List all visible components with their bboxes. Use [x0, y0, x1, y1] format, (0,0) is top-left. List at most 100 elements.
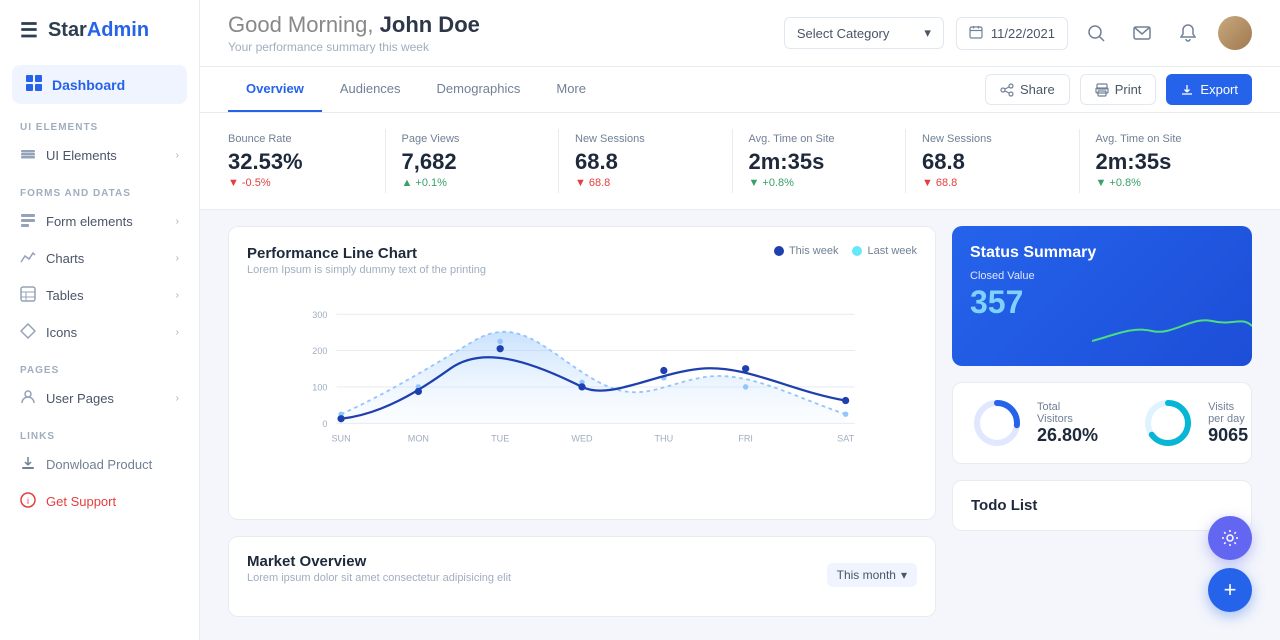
metric-value: 68.8 — [575, 149, 716, 175]
layers-icon — [20, 146, 36, 165]
metric-value: 32.53% — [228, 149, 369, 175]
metric-change-value: 68.8 — [936, 177, 957, 189]
sidebar-item-dashboard[interactable]: Dashboard — [12, 65, 187, 104]
arrow-down-icon: ▼ — [575, 177, 586, 189]
market-overview-card: Market Overview Lorem ipsum dolor sit am… — [228, 536, 936, 617]
tab-demographics[interactable]: Demographics — [419, 67, 539, 112]
chevron-down-icon: ▾ — [901, 568, 907, 582]
sidebar-item-download[interactable]: Donwload Product — [0, 446, 199, 483]
chevron-icon: › — [176, 393, 179, 404]
chevron-icon: › — [176, 290, 179, 301]
sidebar-item-ui-elements[interactable]: UI Elements › — [0, 137, 199, 174]
sidebar-item-label: Get Support — [46, 494, 116, 509]
metric-value: 7,682 — [402, 149, 543, 175]
header-controls: Select Category ▾ 11/22/2021 — [784, 16, 1252, 50]
category-select-label: Select Category — [797, 26, 890, 41]
download-icon — [20, 455, 36, 474]
share-button[interactable]: Share — [985, 74, 1070, 105]
logo-admin: Admin — [87, 19, 149, 41]
avatar[interactable] — [1218, 16, 1252, 50]
svg-text:100: 100 — [312, 383, 327, 393]
mail-icon[interactable] — [1126, 17, 1158, 49]
metric-change-value: -0.5% — [242, 177, 271, 189]
todo-list-card: Todo List — [952, 480, 1252, 531]
metric-change: ▼ 68.8 — [922, 177, 1063, 189]
metric-change-value: +0.8% — [762, 177, 794, 189]
chevron-icon: › — [176, 216, 179, 227]
sidebar-item-label: User Pages — [46, 391, 114, 406]
visitors-card: Total Visitors 26.80% Visits per day 906… — [952, 382, 1252, 464]
this-week-dot: This week — [774, 245, 839, 257]
print-label: Print — [1115, 82, 1142, 97]
last-week-legend-dot — [852, 246, 862, 256]
performance-chart-svg: 300 200 100 0 — [247, 296, 917, 501]
total-visitors-info: Total Visitors 26.80% — [1037, 401, 1098, 446]
chevron-down-icon: ▾ — [924, 25, 931, 41]
sidebar-item-label: Tables — [46, 288, 84, 303]
export-label: Export — [1200, 82, 1238, 97]
diamond-icon — [20, 323, 36, 342]
form-icon — [20, 212, 36, 231]
metric-change: ▼ +0.8% — [749, 177, 890, 189]
bell-icon[interactable] — [1172, 17, 1204, 49]
sidebar-item-charts[interactable]: Charts › — [0, 240, 199, 277]
svg-text:0: 0 — [322, 419, 327, 429]
metric-label: Avg. Time on Site — [749, 133, 890, 145]
tab-overview[interactable]: Overview — [228, 67, 322, 112]
search-icon[interactable] — [1080, 17, 1112, 49]
this-week-legend-label: This week — [789, 245, 839, 257]
table-icon — [20, 286, 36, 305]
sidebar-item-user-pages[interactable]: User Pages › — [0, 380, 199, 417]
chevron-icon: › — [176, 327, 179, 338]
total-visitors-donut — [971, 397, 1023, 449]
settings-fab[interactable] — [1208, 516, 1252, 560]
metric-page-views: Page Views 7,682 ▲ +0.1% — [386, 129, 560, 193]
metric-bounce-rate: Bounce Rate 32.53% ▼ -0.5% — [228, 129, 386, 193]
sidebar-item-support[interactable]: i Get Support — [0, 483, 199, 520]
metric-change-value: +0.8% — [1109, 177, 1141, 189]
date-picker[interactable]: 11/22/2021 — [956, 17, 1068, 50]
month-label: This month — [837, 568, 896, 582]
sidebar-item-label: Donwload Product — [46, 457, 152, 472]
metric-change: ▼ +0.8% — [1096, 177, 1237, 189]
tab-more[interactable]: More — [538, 67, 604, 112]
chart-icon — [20, 249, 36, 268]
total-visitors-label: Total Visitors — [1037, 401, 1098, 425]
hamburger-icon[interactable]: ☰ — [20, 18, 38, 43]
sidebar-item-label: Icons — [46, 325, 77, 340]
arrow-up-icon: ▼ — [749, 177, 760, 189]
sidebar-section-links: LINKS — [0, 417, 199, 446]
sidebar-item-tables[interactable]: Tables › — [0, 277, 199, 314]
date-value: 11/22/2021 — [991, 26, 1055, 41]
arrow-up-icon: ▼ — [1096, 177, 1107, 189]
month-selector-button[interactable]: This month ▾ — [827, 563, 917, 587]
user-icon — [20, 389, 36, 408]
sidebar-logo[interactable]: ☰ StarAdmin — [0, 0, 199, 61]
left-panel: Performance Line Chart Lorem Ipsum is si… — [228, 226, 936, 624]
export-button[interactable]: Export — [1166, 74, 1252, 105]
chart-title: Performance Line Chart — [247, 245, 486, 262]
metric-change-value: +0.1% — [415, 177, 447, 189]
main-content: Good Morning, John Doe Your performance … — [200, 0, 1280, 640]
sidebar-item-icons[interactable]: Icons › — [0, 314, 199, 351]
category-select[interactable]: Select Category ▾ — [784, 17, 944, 49]
sidebar-section-pages: PAGES — [0, 351, 199, 380]
svg-text:WED: WED — [571, 433, 593, 443]
info-icon: i — [20, 492, 36, 511]
dashboard-label: Dashboard — [52, 77, 125, 93]
print-button[interactable]: Print — [1080, 74, 1157, 105]
metric-label: New Sessions — [922, 133, 1063, 145]
this-week-legend-dot — [774, 246, 784, 256]
greeting-light: Good Morning, — [228, 12, 380, 37]
sidebar-item-form-elements[interactable]: Form elements › — [0, 203, 199, 240]
metric-label: Page Views — [402, 133, 543, 145]
sidebar-item-label: UI Elements — [46, 148, 117, 163]
metric-value: 2m:35s — [749, 149, 890, 175]
chart-header: Performance Line Chart Lorem Ipsum is si… — [247, 245, 917, 288]
metric-change: ▼ 68.8 — [575, 177, 716, 189]
metric-change: ▼ -0.5% — [228, 177, 369, 189]
metric-change-value: 68.8 — [589, 177, 610, 189]
tab-audiences[interactable]: Audiences — [322, 67, 419, 112]
chart-subtitle: Lorem Ipsum is simply dummy text of the … — [247, 264, 486, 276]
add-fab[interactable]: + — [1208, 568, 1252, 612]
